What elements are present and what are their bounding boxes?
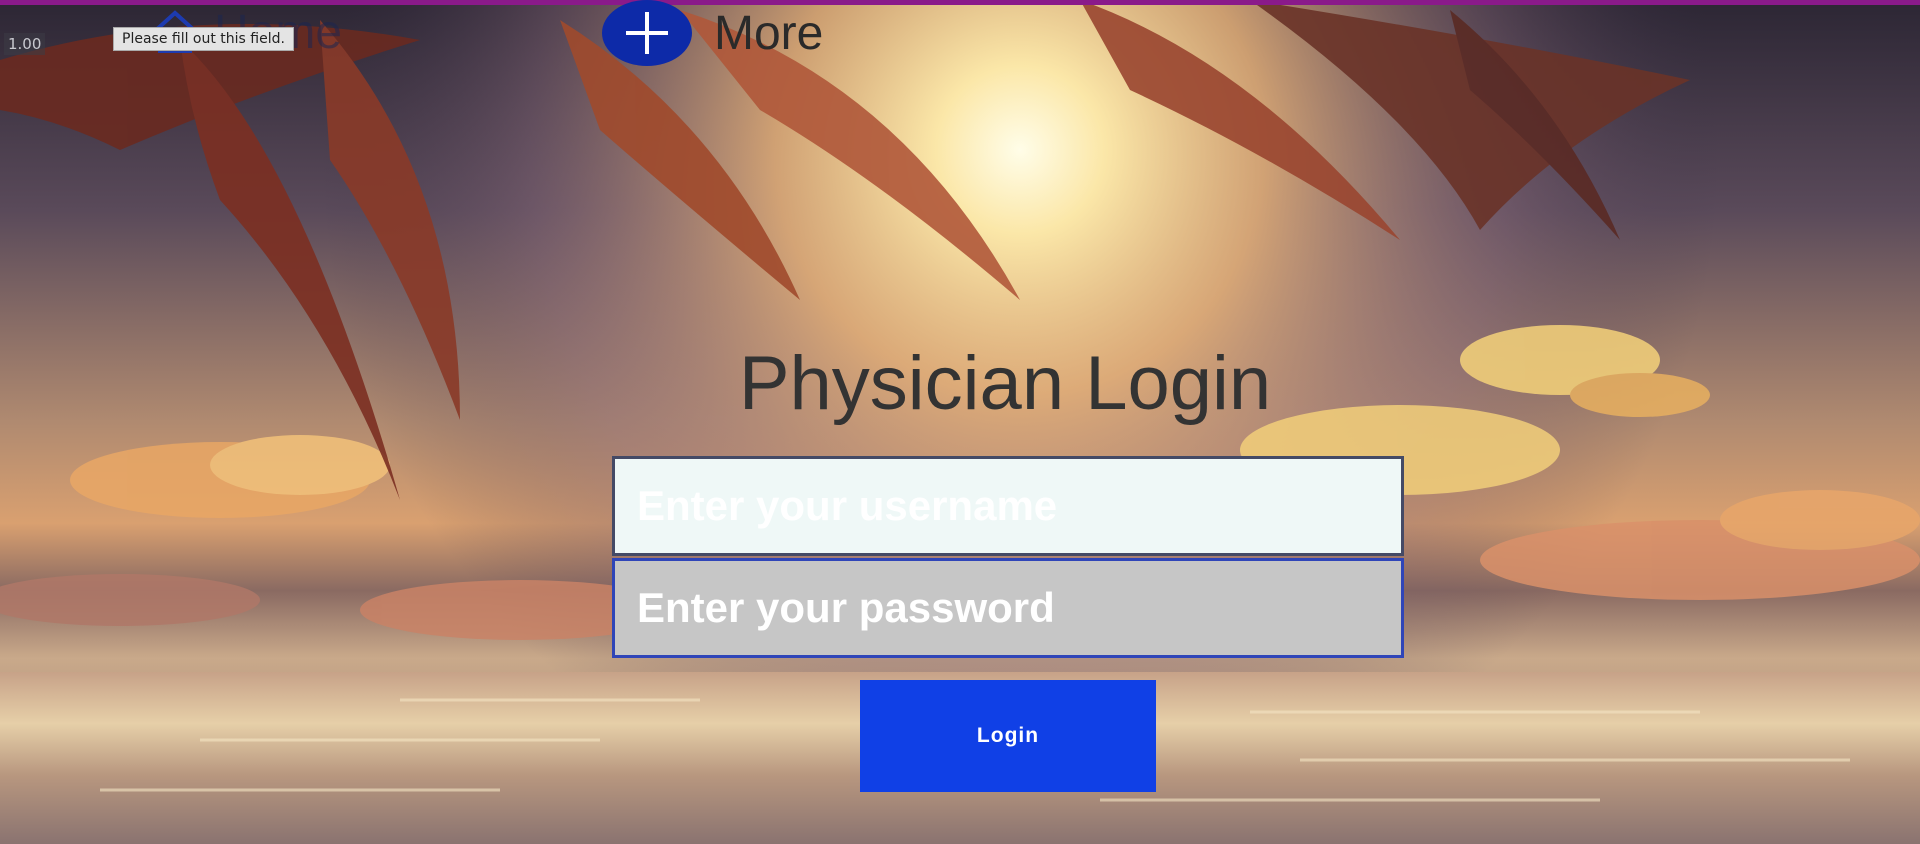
plus-circle-icon [602, 0, 692, 66]
username-input[interactable] [612, 456, 1404, 556]
login-page: 1.00 Home Please fill out this field. Mo… [0, 0, 1920, 844]
login-button[interactable]: Login [860, 680, 1156, 792]
zoom-readout: 1.00 [4, 33, 46, 55]
nav-more-link[interactable]: More [602, 0, 823, 66]
validation-tooltip: Please fill out this field. [113, 27, 294, 51]
password-input[interactable] [612, 558, 1404, 658]
nav-more-label: More [714, 6, 824, 60]
page-title: Physician Login [738, 341, 1272, 426]
